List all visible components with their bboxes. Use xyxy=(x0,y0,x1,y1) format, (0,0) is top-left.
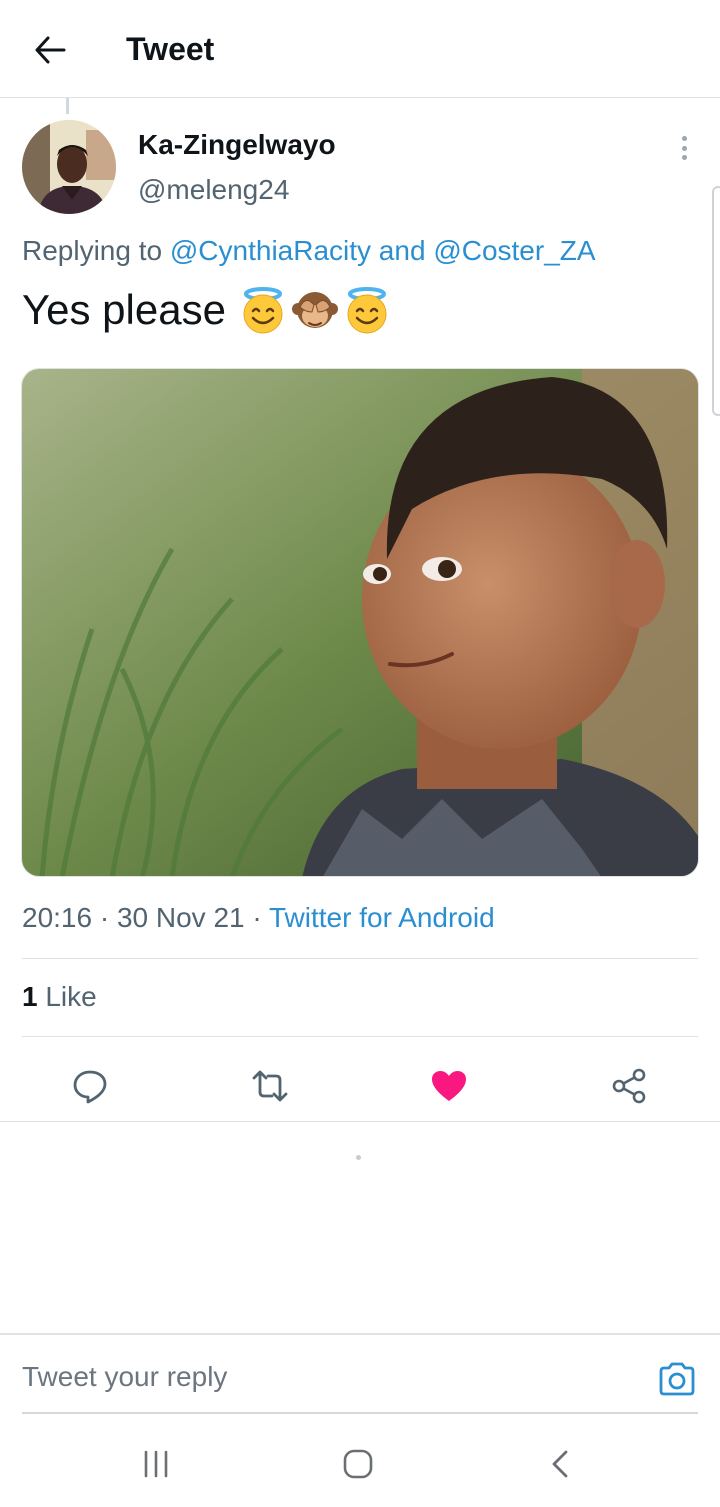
back-button[interactable] xyxy=(28,28,72,72)
share-button[interactable] xyxy=(601,1058,657,1114)
retweet-button[interactable] xyxy=(242,1058,298,1114)
mention-link[interactable]: @Coster_ZA xyxy=(433,235,595,266)
thread-connector xyxy=(66,98,69,114)
more-dot xyxy=(681,145,687,151)
tweet-timestamp: 20:16 · 30 Nov 21 · Twitter for Android xyxy=(22,900,495,936)
retweet-icon xyxy=(252,1070,288,1102)
meta-separator: · xyxy=(244,902,269,933)
more-dot xyxy=(681,136,687,141)
reply-input[interactable] xyxy=(22,1352,622,1402)
tweet-action-bar xyxy=(0,1050,720,1120)
reply-icon xyxy=(73,1070,107,1104)
loading-dot xyxy=(356,1155,361,1160)
emoji-group xyxy=(238,285,392,335)
replying-to-line: Replying to @CynthiaRacity and @Coster_Z… xyxy=(22,234,596,268)
share-icon xyxy=(612,1068,646,1104)
arrow-left-icon xyxy=(35,36,66,64)
back-icon xyxy=(552,1450,568,1478)
tweet-time: 20:16 xyxy=(22,902,93,933)
heart-icon xyxy=(432,1071,466,1101)
author-name[interactable]: Ka-Zingelwayo xyxy=(138,128,336,162)
divider xyxy=(0,1121,720,1122)
like-button[interactable] xyxy=(421,1058,477,1114)
likes-count[interactable]: 1 Like xyxy=(22,980,97,1014)
tweet-source-link[interactable]: Twitter for Android xyxy=(269,902,495,933)
replying-connector: and xyxy=(371,235,434,266)
recent-apps-icon xyxy=(144,1450,168,1478)
recent-apps-button[interactable] xyxy=(126,1440,186,1488)
scroll-indicator xyxy=(712,186,720,416)
home-icon xyxy=(343,1449,373,1479)
tweet-body: Yes please xyxy=(22,286,226,333)
system-navigation-bar xyxy=(0,1418,720,1507)
meta-separator: · xyxy=(92,902,117,933)
replying-prefix: Replying to xyxy=(22,235,170,266)
reply-button[interactable] xyxy=(62,1058,118,1114)
tweet-text: Yes please xyxy=(22,284,392,336)
divider xyxy=(22,1036,698,1037)
more-options-button[interactable] xyxy=(672,134,696,162)
top-app-bar: Tweet xyxy=(0,0,720,98)
tweet-date: 30 Nov 21 xyxy=(116,902,245,933)
home-button[interactable] xyxy=(328,1440,388,1488)
likes-label: Like xyxy=(37,981,97,1012)
halo-smile-icon xyxy=(243,287,283,334)
reply-input-underline xyxy=(22,1412,698,1414)
author-handle[interactable]: @meleng24 xyxy=(138,173,289,207)
system-back-button[interactable] xyxy=(530,1440,590,1488)
mention-link[interactable]: @CynthiaRacity xyxy=(170,235,371,266)
page-title: Tweet xyxy=(126,31,215,67)
divider xyxy=(22,958,698,959)
halo-smile-icon xyxy=(347,287,387,334)
likes-number: 1 xyxy=(22,981,38,1012)
avatar[interactable] xyxy=(22,120,116,214)
more-dot xyxy=(681,155,687,160)
camera-icon xyxy=(659,1362,695,1396)
tweet-photo[interactable] xyxy=(21,368,699,877)
see-no-evil-monkey-icon xyxy=(291,292,338,328)
camera-button[interactable] xyxy=(656,1358,698,1400)
